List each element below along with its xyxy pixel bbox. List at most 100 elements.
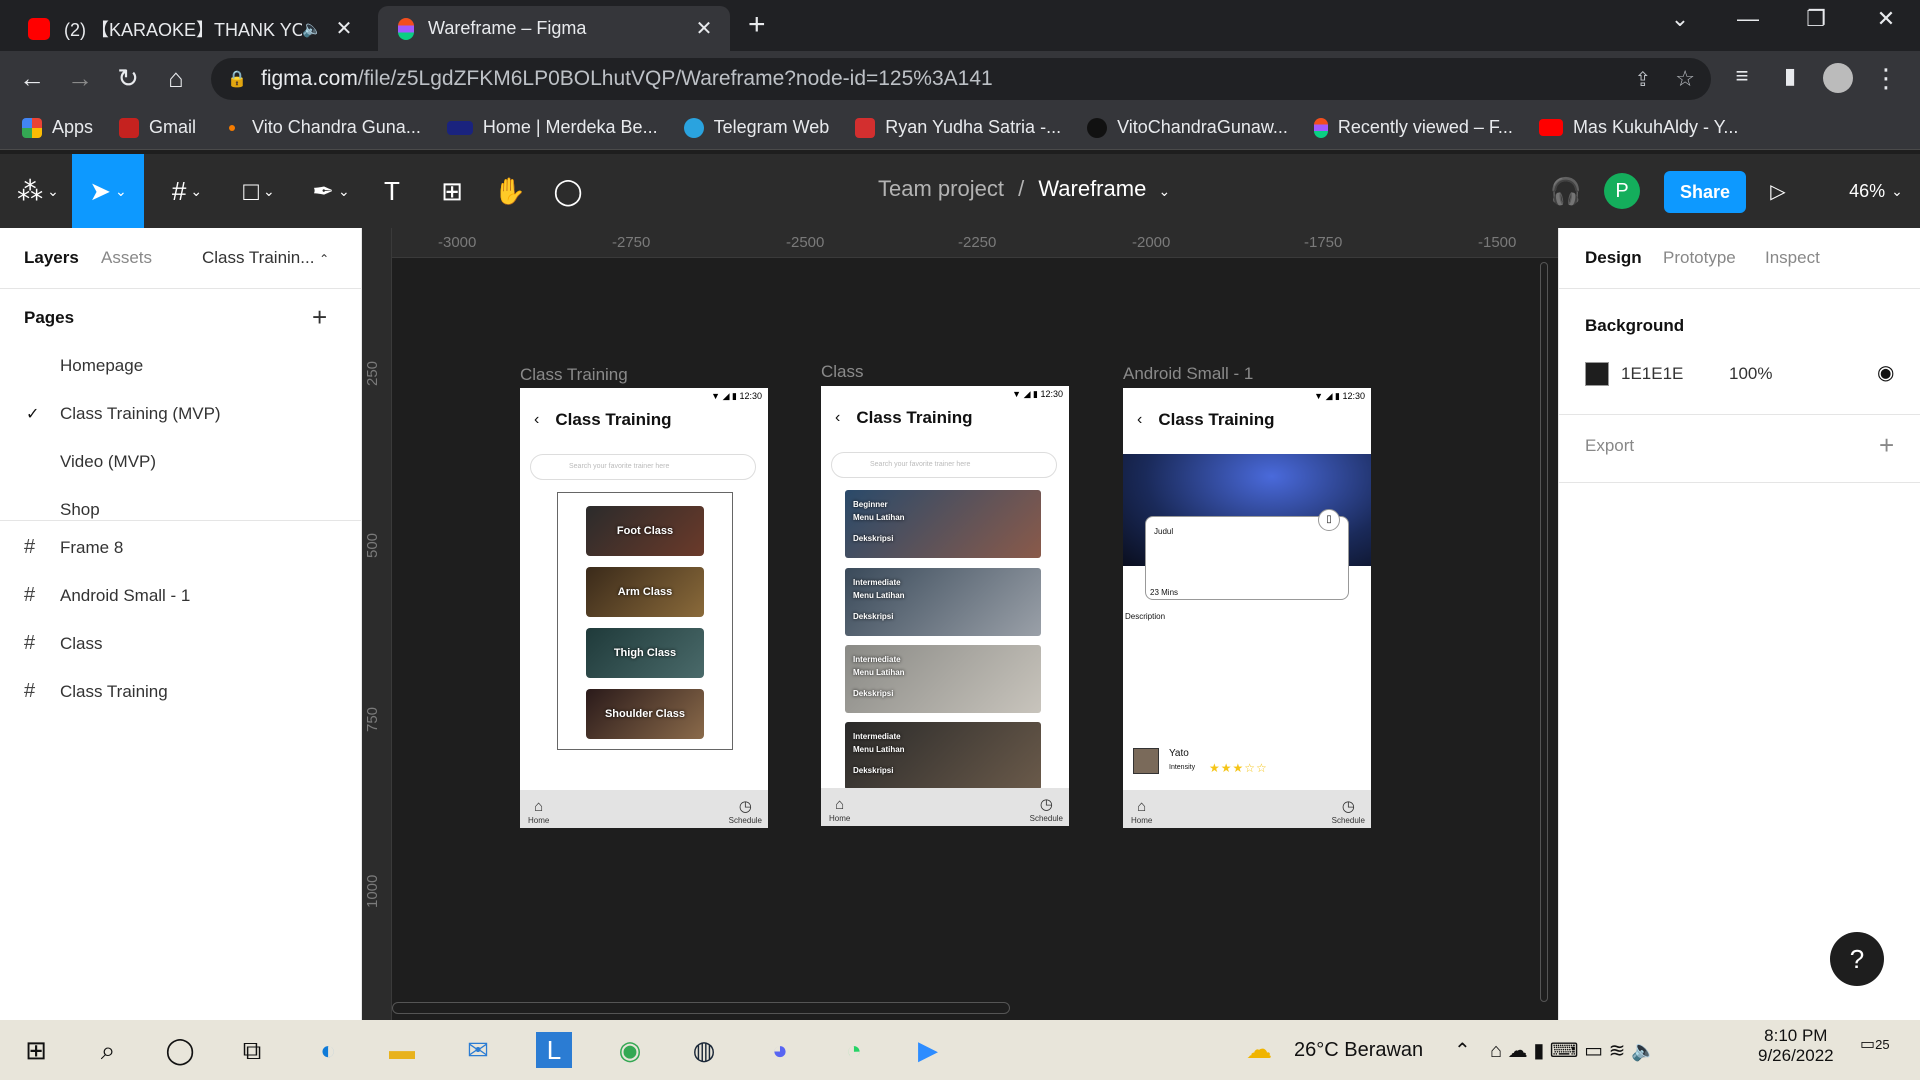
clock[interactable]: 8:10 PM 9/26/2022 <box>1758 1026 1834 1066</box>
menu-icon[interactable]: ⋮ <box>1868 63 1904 94</box>
headphones-icon[interactable]: 🎧 <box>1546 154 1586 228</box>
tab-assets[interactable]: Assets <box>101 248 152 268</box>
share-button[interactable]: Share <box>1664 171 1746 213</box>
class-button-shoulder[interactable]: Shoulder Class <box>586 689 704 739</box>
class-card[interactable]: Intermediate Menu Latihan Dekskripsi <box>845 568 1041 636</box>
nav-schedule[interactable]: ◷ Schedule <box>1030 796 1063 823</box>
page-item-shop[interactable]: Shop <box>60 500 100 520</box>
frame-label[interactable]: Android Small - 1 <box>1123 364 1253 384</box>
bookmark-apps[interactable]: Apps <box>22 117 93 138</box>
text-tool-icon[interactable]: T <box>372 154 412 228</box>
nav-schedule[interactable]: ◷ Schedule <box>729 798 762 825</box>
zoom-dropdown[interactable]: 46% ⌄ <box>1836 154 1916 228</box>
frame-class-training[interactable]: ▼ ◢ ▮ 12:30 ‹ Class Training Search your … <box>520 388 768 828</box>
class-card[interactable]: Intermediate Menu Latihan Dekskripsi <box>845 645 1041 713</box>
tab-inspect[interactable]: Inspect <box>1765 248 1820 268</box>
profile-avatar[interactable] <box>1820 63 1856 100</box>
horizontal-scrollbar[interactable] <box>392 1002 1010 1014</box>
page-item-video[interactable]: Video (MVP) <box>60 452 156 472</box>
class-button-arm[interactable]: Arm Class <box>586 567 704 617</box>
nav-home[interactable]: ⌂ Home <box>528 798 549 825</box>
layer-frame-8[interactable]: # Frame 8 <box>24 536 123 559</box>
bookmark-ryan[interactable]: Ryan Yudha Satria -... <box>855 117 1061 138</box>
add-export-icon[interactable]: + <box>1879 430 1894 461</box>
search-input[interactable]: Search your favorite trainer here <box>530 454 756 480</box>
class-card[interactable]: Beginner Menu Latihan Dekskripsi <box>845 490 1041 558</box>
comment-tool-icon[interactable]: ◯ <box>548 154 588 228</box>
file-explorer-icon[interactable]: ▬ <box>384 1032 420 1068</box>
back-arrow-icon[interactable]: ‹ <box>534 411 539 429</box>
nav-schedule[interactable]: ◷ Schedule <box>1332 798 1365 825</box>
forward-icon[interactable]: → <box>62 63 98 94</box>
background-opacity[interactable]: 100% <box>1729 364 1772 384</box>
back-arrow-icon[interactable]: ‹ <box>1137 411 1142 429</box>
frame-label[interactable]: Class <box>821 362 864 382</box>
help-button[interactable]: ? <box>1830 932 1884 986</box>
address-bar[interactable]: 🔒 figma.com/file/z5LgdZFKM6LP0BOLhutVQP/… <box>211 58 1711 100</box>
layer-android-small-1[interactable]: # Android Small - 1 <box>24 584 190 607</box>
bookmark-vito[interactable]: Vito Chandra Guna... <box>222 117 421 138</box>
class-button-foot[interactable]: Foot Class <box>586 506 704 556</box>
page-dropdown[interactable]: Class Trainin... ⌃ <box>202 248 329 268</box>
l-app-icon[interactable]: L <box>536 1032 572 1068</box>
avatar[interactable]: P <box>1604 173 1640 209</box>
bookmark-gmail[interactable]: Gmail <box>119 117 196 138</box>
bookmark-merdeka[interactable]: Home | Merdeka Be... <box>446 117 658 138</box>
bookmark-figma[interactable]: Recently viewed – F... <box>1313 117 1513 138</box>
close-window-icon[interactable]: ✕ <box>1856 6 1916 32</box>
bookmark-github[interactable]: VitoChandraGunaw... <box>1087 117 1288 138</box>
discord-icon[interactable]: ◕ <box>762 1032 798 1068</box>
tab-search-icon[interactable]: ⌄ <box>1650 6 1710 32</box>
cortana-icon[interactable]: ◯ <box>162 1032 198 1068</box>
add-page-icon[interactable]: + <box>312 302 327 333</box>
class-button-thigh[interactable]: Thigh Class <box>586 628 704 678</box>
speaker-icon[interactable]: 🔈 <box>302 19 322 39</box>
tab-layers[interactable]: Layers <box>24 248 79 268</box>
chrome-icon[interactable]: ◉ <box>612 1032 648 1068</box>
search-input[interactable]: Search your favorite trainer here <box>831 452 1057 478</box>
zoom-app-icon[interactable]: ▶ <box>910 1032 946 1068</box>
browser-tab-youtube[interactable]: (2) 【KARAOKE】THANK YOU F 🔈 ✕ <box>0 6 370 51</box>
frame-label[interactable]: Class Training <box>520 365 628 385</box>
class-info-card[interactable]: Judul 23 Mins ▯ <box>1145 509 1349 600</box>
nav-home[interactable]: ⌂ Home <box>1131 798 1152 825</box>
edge-icon[interactable]: ◐ <box>310 1032 346 1068</box>
tab-prototype[interactable]: Prototype <box>1663 248 1736 268</box>
close-tab-icon[interactable]: ✕ <box>330 16 358 41</box>
bookmark-telegram[interactable]: Telegram Web <box>683 117 829 138</box>
steam-icon[interactable]: ◍ <box>686 1032 722 1068</box>
frame-tool-icon[interactable]: # ⌄ <box>158 154 216 228</box>
shape-tool-icon[interactable]: □ ⌄ <box>230 154 288 228</box>
side-panel-icon[interactable]: ▮ <box>1772 63 1808 89</box>
layer-class-training[interactable]: # Class Training <box>24 680 168 703</box>
close-tab-icon[interactable]: ✕ <box>690 16 718 41</box>
whatsapp-icon[interactable]: ◔ <box>836 1032 872 1068</box>
reload-icon[interactable]: ↻ <box>110 63 146 94</box>
notification-icon[interactable]: ▭25 <box>1860 1034 1890 1054</box>
weather-text[interactable]: 26°C Berawan <box>1294 1039 1423 1062</box>
tray-icons[interactable]: ⌂ ☁ ▮ ⌨ ▭ ≋ 🔈 <box>1490 1038 1656 1063</box>
layer-class[interactable]: # Class <box>24 632 103 655</box>
background-hex[interactable]: 1E1E1E <box>1621 364 1683 384</box>
nav-home[interactable]: ⌂ Home <box>829 796 850 823</box>
hand-tool-icon[interactable]: ✋ <box>490 154 530 228</box>
tray-chevron-icon[interactable]: ⌃ <box>1454 1038 1471 1063</box>
vertical-scrollbar[interactable] <box>1540 262 1548 1002</box>
resources-icon[interactable]: ⊞ <box>432 154 472 228</box>
bookmark-youtube[interactable]: Mas KukuhAldy - Y... <box>1538 117 1738 138</box>
task-view-icon[interactable]: ⧉ <box>234 1032 270 1068</box>
bookmark-star-icon[interactable]: ☆ <box>1675 66 1695 92</box>
move-tool-icon[interactable]: ➤ ⌄ <box>72 154 144 228</box>
windows-start-icon[interactable]: ⊞ <box>18 1032 54 1068</box>
pen-tool-icon[interactable]: ✒ ⌄ <box>302 154 360 228</box>
file-name[interactable]: Wareframe <box>1038 176 1146 201</box>
share-page-icon[interactable]: ⇪ <box>1635 67 1652 92</box>
bookmark-icon[interactable]: ▯ <box>1318 509 1340 531</box>
chevron-down-icon[interactable]: ⌄ <box>1158 183 1170 199</box>
mail-icon[interactable]: ✉ <box>460 1032 496 1068</box>
back-icon[interactable]: ← <box>14 63 50 94</box>
tab-design[interactable]: Design <box>1585 248 1642 268</box>
browser-tab-figma[interactable]: Wareframe – Figma ✕ <box>378 6 730 51</box>
search-icon[interactable]: ⌕ <box>90 1032 126 1068</box>
back-arrow-icon[interactable]: ‹ <box>835 409 840 427</box>
